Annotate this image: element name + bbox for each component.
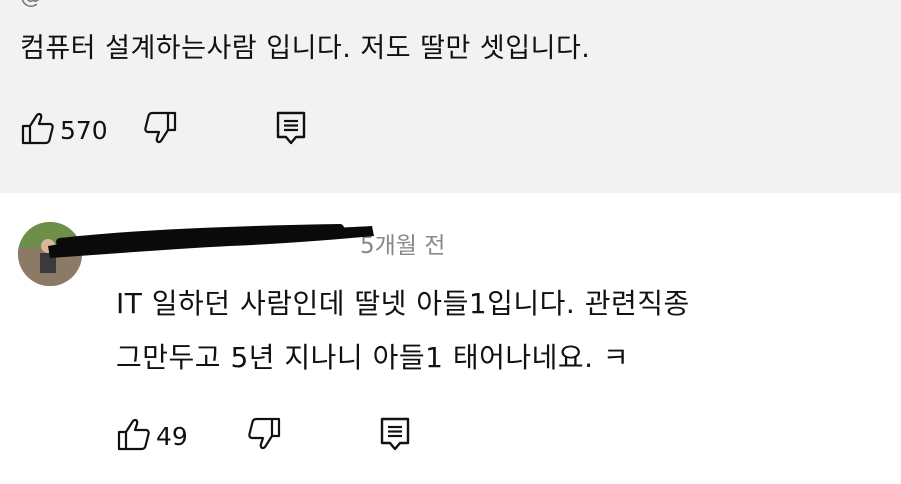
reply-icon[interactable] bbox=[274, 110, 308, 150]
comment-2-text-line-1: IT 일하던 사람인데 딸넷 아들1입니다. 관련직종 bbox=[116, 287, 690, 320]
comment-2-text-line-2: 그만두고 5년 지나니 아들1 태어나네요. ㅋ bbox=[116, 341, 630, 374]
thumbs-up-icon[interactable] bbox=[20, 110, 56, 150]
thumbs-down-icon[interactable] bbox=[142, 110, 178, 150]
like-count: 570 bbox=[60, 115, 108, 145]
comment-1: @ 컴퓨터 설계하는사람 입니다. 저도 딸만 셋입니다. 570 bbox=[0, 0, 901, 193]
like-count: 49 bbox=[156, 421, 188, 451]
thumbs-up-icon[interactable] bbox=[116, 416, 152, 456]
comment-2-actions: 49 bbox=[116, 416, 412, 456]
comment-1-actions: 570 bbox=[20, 110, 308, 150]
redaction-mark bbox=[48, 224, 374, 258]
thumbs-down-icon[interactable] bbox=[246, 416, 282, 456]
reply-icon[interactable] bbox=[378, 416, 412, 456]
comment-1-text: 컴퓨터 설계하는사람 입니다. 저도 딸만 셋입니다. bbox=[20, 33, 591, 64]
comment-1-header: @ bbox=[20, 0, 42, 9]
